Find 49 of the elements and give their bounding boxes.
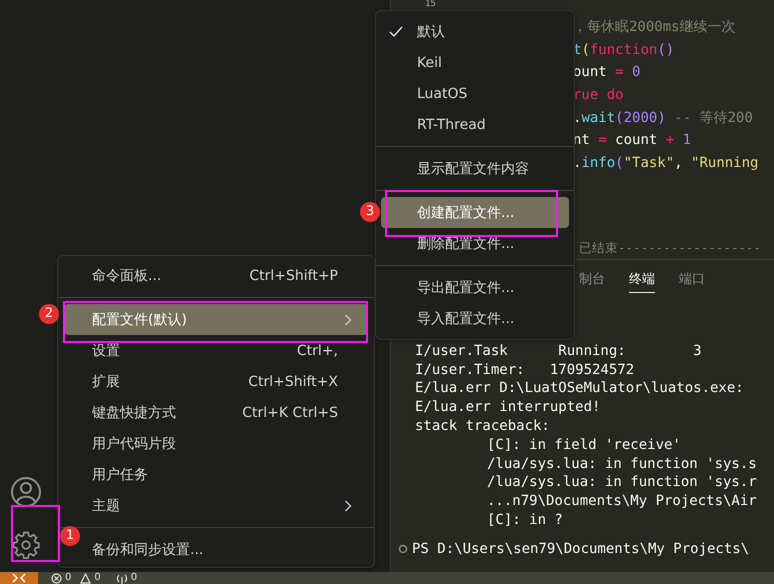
menu-item[interactable]: 用户任务 (84, 459, 368, 490)
highlight-frame (11, 505, 60, 562)
menu-item[interactable]: 显示配置文件内容 (381, 153, 569, 184)
terminal-line: /lua/sys.lua: in function 'sys.s (486, 454, 758, 474)
account-icon[interactable] (10, 476, 42, 508)
menu-item[interactable]: 备份和同步设置... (84, 534, 368, 565)
menu-item[interactable]: 扩展 Ctrl+Shift+X (84, 366, 368, 397)
menu-item[interactable]: 默认 (381, 16, 569, 47)
menu-item[interactable]: 用户代码片段 (84, 428, 368, 459)
output-end-line: 已结束------------------- (579, 238, 761, 257)
terminal-line: E/lua.err D:\LuatOSeMulator\luatos.exe: (415, 379, 745, 398)
code-line: .wait(2000) -- 等待200 (573, 108, 754, 128)
terminal-line: ...n79\Documents\My Projects\Air (486, 492, 758, 511)
terminal-prompt: PS D:\Users\sen79\Documents\My Projects\ (412, 540, 750, 559)
menu-item[interactable]: 导出配置文件... (381, 272, 569, 303)
code-line: ount = 0 (573, 63, 642, 82)
terminal-line: E/lua.err interrupted! (415, 398, 602, 417)
broadcast-icon (116, 572, 128, 584)
settings-icon[interactable] (11, 530, 41, 560)
panel-tab[interactable]: 制台 (579, 270, 605, 293)
panel-tab[interactable]: 终端 (629, 270, 655, 293)
warning-icon (80, 572, 92, 584)
menu-item[interactable]: 主题 (84, 490, 368, 521)
terminal-line: stack traceback: (415, 417, 551, 436)
terminal-line: [C]: in ? (486, 510, 564, 530)
error-count: 0 (65, 572, 72, 584)
menu-item[interactable]: 创建配置文件... (381, 197, 569, 228)
menu-item[interactable]: RT-Thread (381, 109, 569, 140)
port-count: 0 (130, 572, 138, 584)
code-line: .info("Task", "Running (573, 154, 760, 174)
menu-item[interactable]: 设置 Ctrl+, (84, 335, 368, 366)
warning-count: 0 (94, 572, 101, 584)
error-icon (51, 572, 62, 584)
code-line: rue do (573, 86, 625, 106)
code-line: ，每休眠2000ms继续一次 (573, 18, 737, 37)
menu-item[interactable]: 命令面板... Ctrl+Shift+P (84, 260, 368, 291)
menu-item[interactable]: 配置文件(默认) (64, 304, 368, 335)
menu-item[interactable]: Keil (381, 47, 569, 78)
menu-item[interactable]: 导入配置文件... (381, 303, 569, 334)
terminal-line: /lua/sys.lua: in function 'sys.r (486, 473, 758, 492)
status-circle-icon (398, 544, 408, 554)
remote-icon (12, 573, 26, 583)
terminal-line: [C]: in field 'receive' (486, 436, 682, 455)
menu-item[interactable]: 键盘快捷方式 Ctrl+K Ctrl+S (84, 397, 368, 428)
panel-tab[interactable]: 端口 (679, 270, 705, 293)
terminal-line: I/user.Timer: 1709524572 (415, 360, 636, 380)
terminal-line: I/user.Task Running: 3 (415, 342, 703, 361)
menu-item[interactable]: LuatOS (381, 78, 569, 109)
remote-button[interactable] (0, 572, 38, 584)
